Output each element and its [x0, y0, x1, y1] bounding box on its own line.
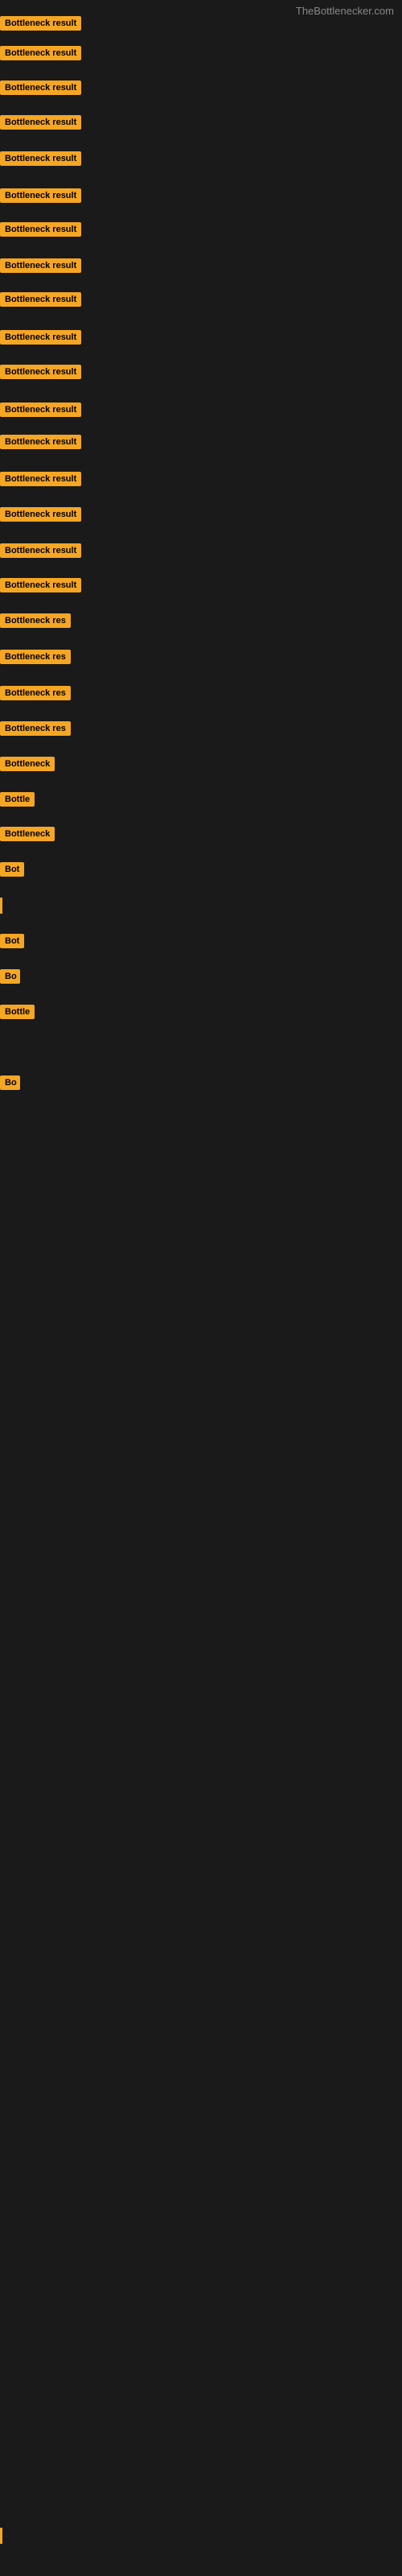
bottleneck-badge-11[interactable]: Bottleneck result	[0, 365, 81, 379]
badge-container-22: Bottleneck	[0, 757, 55, 775]
badge-container-3: Bottleneck result	[0, 80, 81, 99]
badge-container-6: Bottleneck result	[0, 188, 81, 207]
bottleneck-badge-1[interactable]: Bottleneck result	[0, 16, 81, 31]
badge-container-13: Bottleneck result	[0, 435, 81, 453]
badge-container-24: Bottleneck	[0, 827, 55, 845]
bottleneck-badge-7[interactable]: Bottleneck result	[0, 222, 81, 237]
badge-container-1: Bottleneck result	[0, 16, 81, 35]
badge-container-2: Bottleneck result	[0, 46, 81, 64]
bottleneck-badge-6[interactable]: Bottleneck result	[0, 188, 81, 203]
badge-container-19: Bottleneck res	[0, 650, 71, 668]
badge-container-28: Bo	[0, 969, 20, 988]
bottleneck-badge-25[interactable]: Bot	[0, 862, 24, 877]
badge-container-23: Bottle	[0, 792, 35, 811]
bottleneck-badge-14[interactable]: Bottleneck result	[0, 472, 81, 486]
bottleneck-badge-9[interactable]: Bottleneck result	[0, 292, 81, 307]
badge-container-11: Bottleneck result	[0, 365, 81, 383]
bottleneck-badge-21[interactable]: Bottleneck res	[0, 721, 71, 736]
bottleneck-badge-18[interactable]: Bottleneck res	[0, 613, 71, 628]
bottleneck-badge-19[interactable]: Bottleneck res	[0, 650, 71, 664]
badge-container-12: Bottleneck result	[0, 402, 81, 421]
bottleneck-badge-17[interactable]: Bottleneck result	[0, 578, 81, 592]
bottleneck-badge-13[interactable]: Bottleneck result	[0, 435, 81, 449]
bottleneck-badge-4[interactable]: Bottleneck result	[0, 115, 81, 130]
bottleneck-badge-16[interactable]: Bottleneck result	[0, 543, 81, 558]
badge-container-31: Bo	[0, 1075, 20, 1094]
badge-container-18: Bottleneck res	[0, 613, 71, 632]
badge-container-4: Bottleneck result	[0, 115, 81, 134]
bottleneck-bar-72	[0, 2528, 2, 2544]
badge-container-5: Bottleneck result	[0, 151, 81, 170]
site-title: TheBottlenecker.com	[296, 5, 394, 17]
bottleneck-badge-15[interactable]: Bottleneck result	[0, 507, 81, 522]
badge-container-21: Bottleneck res	[0, 721, 71, 740]
badge-container-8: Bottleneck result	[0, 258, 81, 277]
badge-container-7: Bottleneck result	[0, 222, 81, 241]
badge-container-16: Bottleneck result	[0, 543, 81, 562]
bottleneck-badge-5[interactable]: Bottleneck result	[0, 151, 81, 166]
bottleneck-badge-24[interactable]: Bottleneck	[0, 827, 55, 841]
bottleneck-badge-22[interactable]: Bottleneck	[0, 757, 55, 771]
bottleneck-badge-20[interactable]: Bottleneck res	[0, 686, 71, 700]
bottleneck-badge-31[interactable]: Bo	[0, 1075, 20, 1090]
bottleneck-badge-2[interactable]: Bottleneck result	[0, 46, 81, 60]
bottleneck-badge-10[interactable]: Bottleneck result	[0, 330, 81, 345]
bottleneck-badge-23[interactable]: Bottle	[0, 792, 35, 807]
badge-container-20: Bottleneck res	[0, 686, 71, 704]
bottleneck-badge-28[interactable]: Bo	[0, 969, 20, 984]
badge-container-15: Bottleneck result	[0, 507, 81, 526]
badge-container-10: Bottleneck result	[0, 330, 81, 349]
bottleneck-badge-3[interactable]: Bottleneck result	[0, 80, 81, 95]
bottleneck-badge-29[interactable]: Bottle	[0, 1005, 35, 1019]
bottleneck-bar-26	[0, 898, 2, 914]
bottleneck-badge-27[interactable]: Bot	[0, 934, 24, 948]
badge-container-29: Bottle	[0, 1005, 35, 1023]
badge-container-25: Bot	[0, 862, 24, 881]
badge-container-27: Bot	[0, 934, 24, 952]
bottleneck-badge-12[interactable]: Bottleneck result	[0, 402, 81, 417]
badge-container-9: Bottleneck result	[0, 292, 81, 311]
badge-container-14: Bottleneck result	[0, 472, 81, 490]
bottleneck-badge-8[interactable]: Bottleneck result	[0, 258, 81, 273]
badge-container-17: Bottleneck result	[0, 578, 81, 597]
